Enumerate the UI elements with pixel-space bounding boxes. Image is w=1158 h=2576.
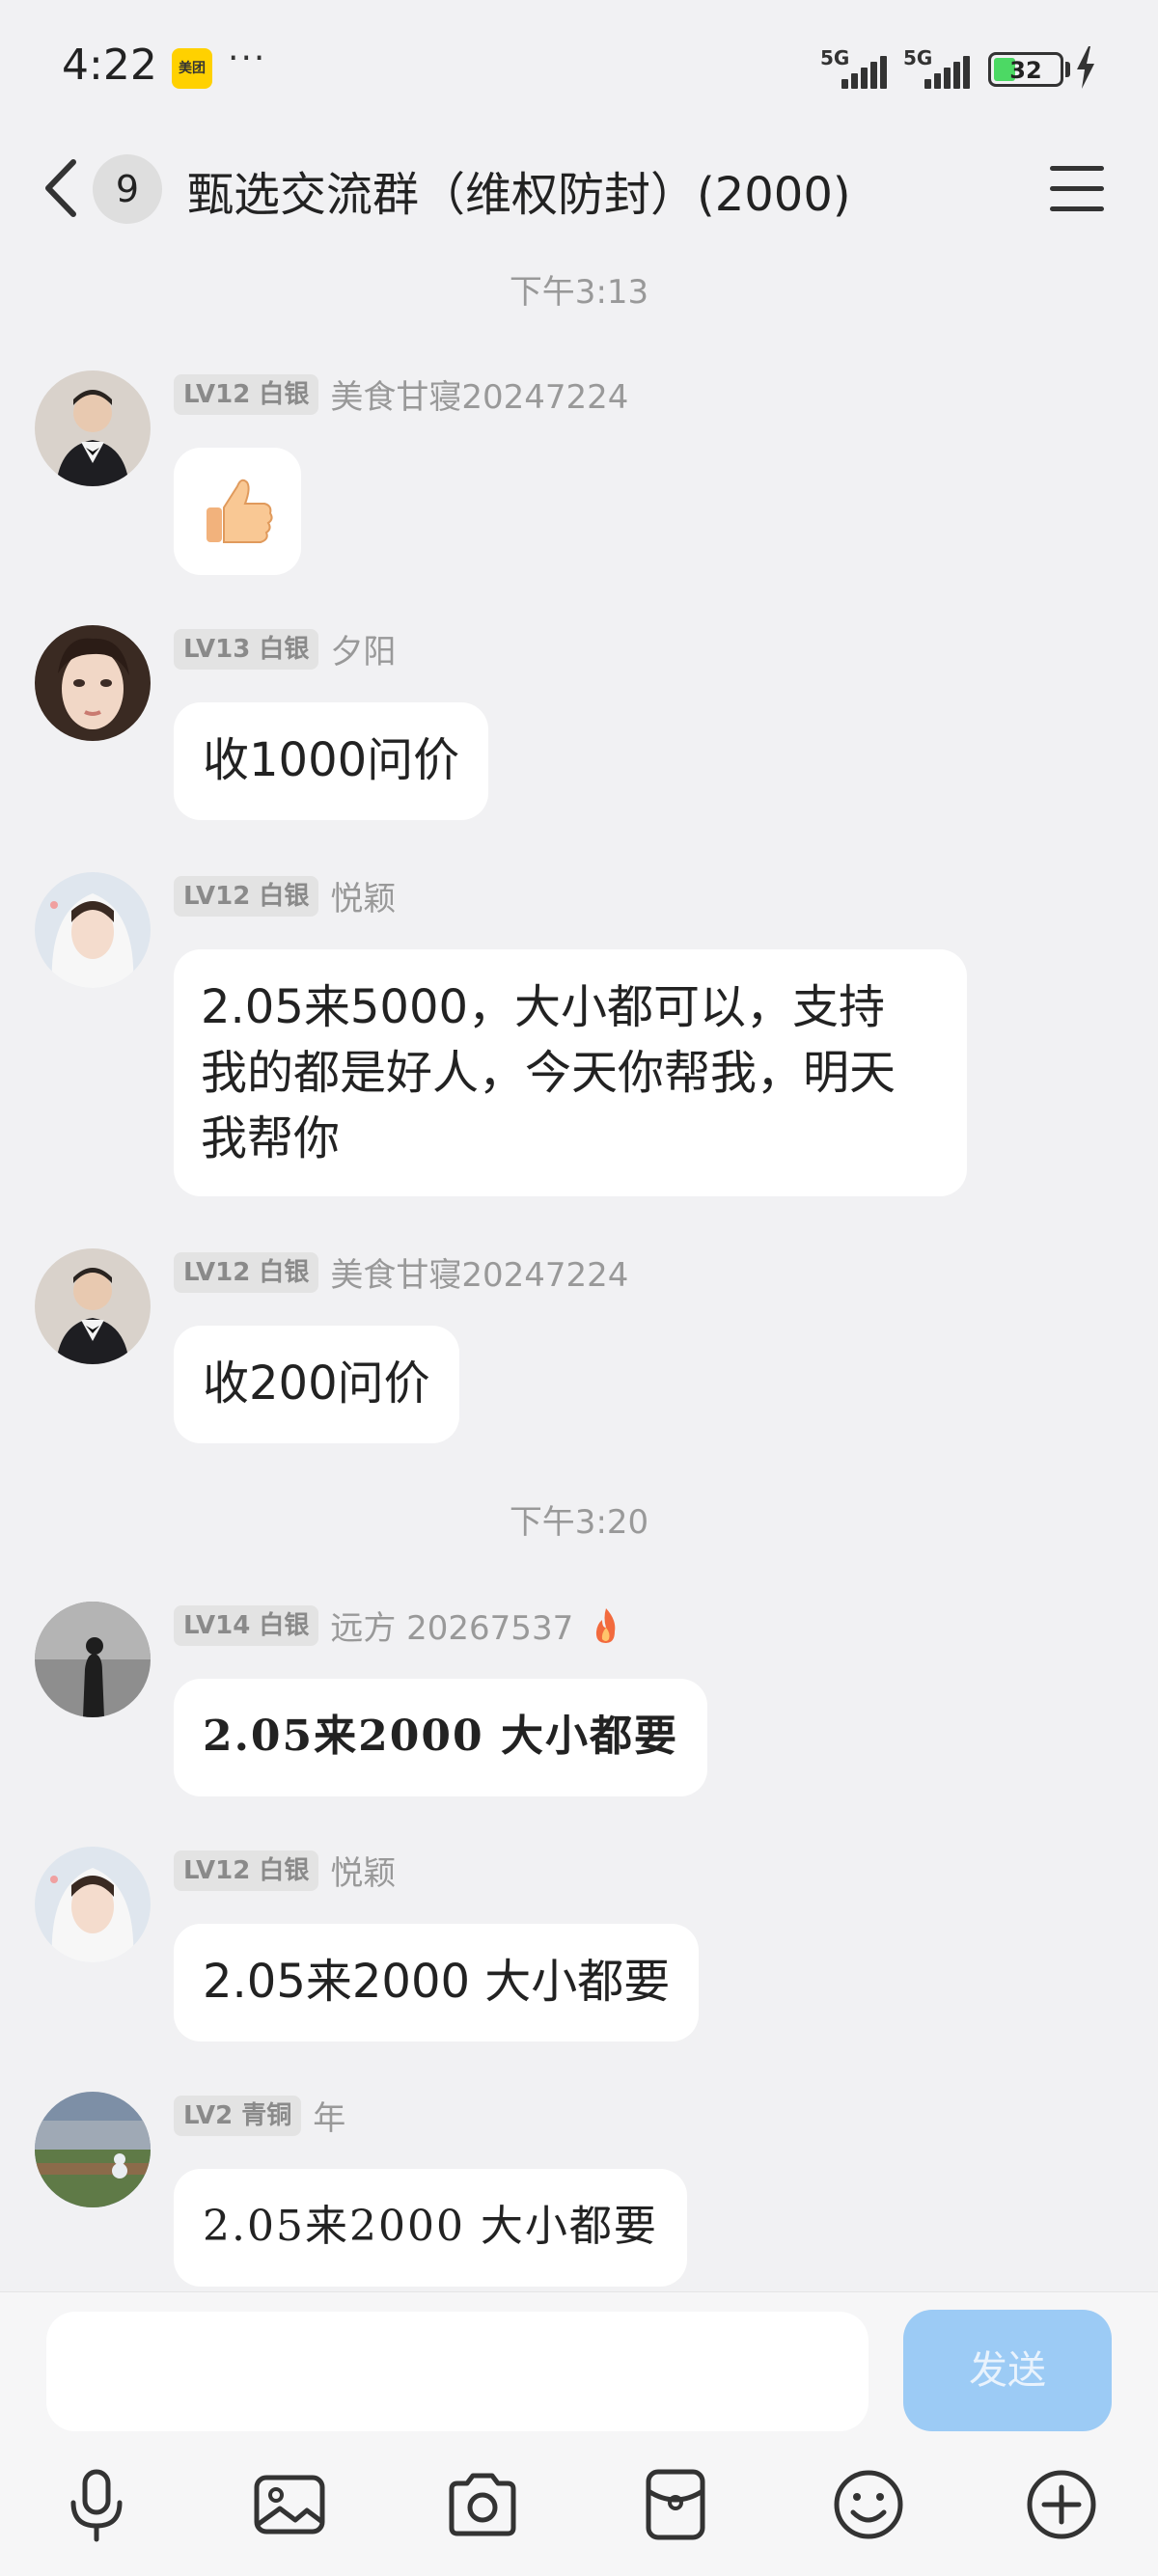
message-bubble[interactable]: 收200问价 <box>174 1326 459 1443</box>
thumbs-up-icon <box>207 479 273 543</box>
status-time: 4:22 <box>62 41 157 90</box>
message-meta: LV12 白银 悦颖 <box>174 872 396 918</box>
plus-icon[interactable] <box>1023 2466 1100 2543</box>
message-bubble[interactable]: 2.05来2000 大小都要 <box>174 1679 707 1796</box>
message-meta: LV12 白银 美食甘寝20247224 <box>174 1248 628 1295</box>
message-text: 2.05来2000 大小都要 <box>203 1712 678 1761</box>
message-text-line: 2.05来5000，大小都可以，支持 <box>201 980 886 1034</box>
time-divider: 下午3:20 <box>509 1503 649 1542</box>
avatar[interactable] <box>35 1847 151 1962</box>
sender-name[interactable]: 悦颖 <box>330 872 396 919</box>
level-badge: LV13 白银 <box>174 628 319 670</box>
image-icon[interactable] <box>251 2466 328 2543</box>
sender-name[interactable]: 悦颖 <box>330 1847 396 1894</box>
level-badge: LV2 青铜 <box>174 2095 302 2136</box>
message-meta: LV2 青铜年 <box>174 2092 345 2138</box>
sender-name[interactable]: 美食甘寝20247224 <box>330 370 628 418</box>
message-meta: LV12 白银 美食甘寝20247224 <box>174 370 628 417</box>
red-packet-icon[interactable] <box>637 2466 714 2543</box>
message-input[interactable] <box>46 2312 868 2431</box>
message-bubble[interactable]: 2.05来2000 大小都要 <box>174 1924 700 2042</box>
message-text: 收1000问价 <box>203 733 460 787</box>
sender-name[interactable]: 美食甘寝20247224 <box>330 1248 628 1296</box>
message-text: 2.05来2000 大小都要 <box>203 2202 658 2251</box>
status-bar: 4:22 美团 ··· 5G 5G 32 <box>0 0 1158 135</box>
time-divider: 下午3:13 <box>509 273 649 312</box>
level-badge: LV12 白银 <box>174 1251 319 1293</box>
message-bubble[interactable] <box>174 448 301 575</box>
message-meta: LV14 白银 远方 20267537 <box>174 1602 622 1648</box>
sender-name[interactable]: 远方 20267537 <box>330 1602 573 1649</box>
message-text: 2.05来2000 大小都要 <box>203 1955 671 2009</box>
mic-icon[interactable] <box>58 2466 135 2543</box>
back-arrow-icon[interactable] <box>39 156 83 220</box>
avatar[interactable] <box>35 625 151 741</box>
avatar[interactable] <box>35 1248 151 1364</box>
input-bar: 发送 <box>0 2291 1158 2576</box>
battery-icon: 32 <box>988 52 1063 87</box>
message-meta: LV12 白银 悦颖 <box>174 1847 396 1893</box>
flame-icon <box>596 1607 616 1643</box>
level-badge: LV12 白银 <box>174 875 319 917</box>
message-bubble[interactable]: 收1000问价 <box>174 702 489 820</box>
menu-icon[interactable] <box>1050 166 1104 212</box>
message-bubble[interactable]: 2.05来5000，大小都可以，支持 我的都是好人，今天你帮我，明天 我帮你 <box>174 949 967 1196</box>
unread-count-badge[interactable]: 9 <box>93 154 162 224</box>
camera-icon[interactable] <box>444 2466 521 2543</box>
level-badge: LV12 白银 <box>174 373 319 415</box>
avatar[interactable] <box>35 370 151 486</box>
level-badge: LV14 白银 <box>174 1604 319 1646</box>
message-meta: LV13 白银 夕阳 <box>174 625 396 671</box>
message-list[interactable]: 下午3:13 LV12 白银 美食甘寝20247224 LV13 白银 夕阳 收10… <box>0 241 1158 2291</box>
send-button[interactable]: 发送 <box>903 2310 1112 2431</box>
avatar[interactable] <box>35 2092 151 2207</box>
charging-icon <box>1077 46 1094 89</box>
meituan-app-icon: 美团 <box>172 48 212 89</box>
message-text-line: 我的都是好人，今天你帮我，明天 <box>201 1046 896 1100</box>
avatar[interactable] <box>35 1602 151 1717</box>
group-title: 甄选交流群（维权防封）(2000) <box>187 168 851 222</box>
message-text-line: 我帮你 <box>201 1111 341 1165</box>
chat-header: 9 甄选交流群（维权防封）(2000) <box>0 135 1158 241</box>
sender-name[interactable]: 年 <box>313 2092 345 2139</box>
level-badge: LV12 白银 <box>174 1850 319 1891</box>
avatar[interactable] <box>35 872 151 988</box>
sender-name[interactable]: 夕阳 <box>330 625 396 672</box>
message-bubble[interactable]: 2.05来2000 大小都要 <box>174 2169 687 2287</box>
emoji-icon[interactable] <box>830 2466 907 2543</box>
message-text: 收200问价 <box>203 1357 430 1411</box>
battery-level: 32 <box>1009 57 1042 84</box>
more-notifications-icon: ··· <box>228 39 267 78</box>
